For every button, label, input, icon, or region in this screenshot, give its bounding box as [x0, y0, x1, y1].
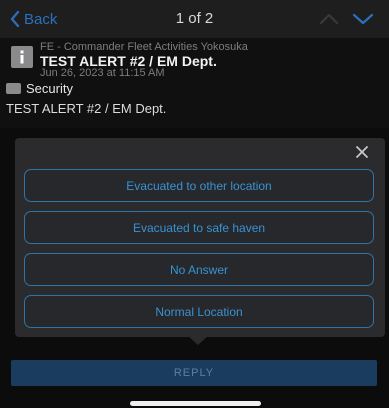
back-label: Back: [24, 10, 58, 28]
reply-button[interactable]: REPLY: [11, 360, 377, 386]
chevron-left-icon: [10, 11, 20, 27]
previous-message-button[interactable]: [319, 12, 339, 26]
back-button[interactable]: Back: [10, 9, 57, 29]
message-date: Jun 26, 2023 at 11:15 AM: [40, 67, 165, 79]
message-body: TEST ALERT #2 / EM Dept.: [6, 101, 167, 116]
info-icon: [11, 46, 33, 68]
chevron-up-icon: [319, 12, 339, 26]
chevron-down-icon: [352, 12, 374, 26]
top-nav-bar: Back 1 of 2: [0, 0, 389, 38]
category-icon: [6, 83, 21, 94]
popup-caret: [187, 335, 209, 345]
option-evacuated-other-location[interactable]: Evacuated to other location: [24, 169, 374, 202]
message-sender: FE - Commander Fleet Activities Yokosuka: [40, 41, 248, 53]
close-icon[interactable]: [355, 145, 369, 159]
next-message-button[interactable]: [352, 12, 374, 26]
option-no-answer[interactable]: No Answer: [24, 253, 374, 286]
category-label: Security: [26, 81, 73, 96]
home-indicator[interactable]: [130, 401, 261, 406]
option-evacuated-safe-haven[interactable]: Evacuated to safe haven: [24, 211, 374, 244]
option-normal-location[interactable]: Normal Location: [24, 295, 374, 328]
